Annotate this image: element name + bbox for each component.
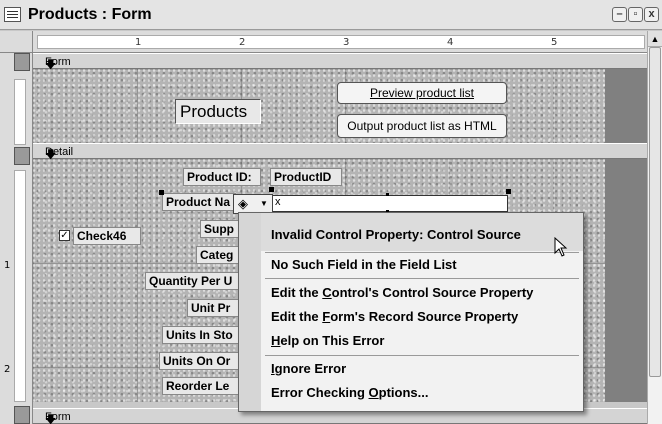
menu-item-invalid-property[interactable]: Invalid Control Property: Control Source (271, 227, 521, 242)
check46-label[interactable]: Check46 (73, 227, 141, 245)
detail-bar[interactable]: 🡇 Detail (33, 143, 647, 161)
menu-item-edit-control-source[interactable]: Edit the Control's Control Source Proper… (271, 285, 533, 300)
menu-item-error-options[interactable]: Error Checking Options... (271, 385, 429, 400)
error-smart-tag-button[interactable]: ◈ ▼ (233, 194, 273, 214)
close-button[interactable]: x (644, 7, 659, 22)
ruler-number: 1 (135, 37, 142, 48)
scroll-up-arrow-icon[interactable]: ▲ (648, 31, 662, 47)
mouse-pointer-icon (554, 237, 568, 257)
restore-button[interactable]: ▫ (628, 7, 643, 22)
preview-product-list-button[interactable]: Preview product list (337, 82, 507, 104)
horizontal-ruler[interactable]: 1 2 3 4 5 (33, 31, 647, 53)
supplier-label[interactable]: Supp (200, 220, 240, 238)
detail-margin (605, 159, 647, 402)
title-bar: Products : Form – ▫ x (0, 0, 662, 30)
footer-section-selector[interactable] (14, 406, 30, 424)
form-selector[interactable] (0, 31, 33, 53)
reorder-level-label[interactable]: Reorder Le (162, 377, 240, 395)
form-header-margin (605, 69, 647, 143)
ruler-number: 1 (4, 260, 11, 271)
check46-checkbox[interactable]: ✓ (59, 230, 70, 241)
units-on-order-label[interactable]: Units On Or (159, 352, 240, 370)
resize-handle[interactable] (506, 189, 511, 194)
form-icon (4, 7, 21, 22)
form-header-area[interactable] (33, 69, 605, 143)
product-id-label[interactable]: Product ID: (183, 168, 261, 186)
scroll-thumb[interactable] (649, 47, 661, 377)
section-label: Form Footer (45, 411, 77, 424)
menu-item-help-error[interactable]: Help on This Error (271, 333, 384, 348)
vertical-ruler[interactable]: 1 2 (0, 53, 33, 424)
window-title: Products : Form (28, 6, 152, 23)
product-id-field[interactable]: ProductID (270, 168, 342, 186)
menu-item-ignore-error[interactable]: Ignore Error (271, 361, 346, 376)
form-title-label[interactable]: Products (175, 99, 261, 124)
ruler-number: 3 (343, 37, 350, 48)
resize-handle[interactable] (386, 193, 389, 196)
error-context-menu: Invalid Control Property: Control Source… (238, 212, 584, 412)
form-header-bar[interactable]: 🡇 Form Header (33, 53, 647, 80)
warning-diamond-icon: ◈ (238, 196, 248, 211)
resize-handle[interactable] (269, 187, 274, 192)
header-section-selector[interactable] (14, 53, 30, 71)
output-html-button[interactable]: Output product list as HTML (337, 114, 507, 138)
section-label: Detail (45, 146, 74, 158)
quantity-per-unit-label[interactable]: Quantity Per U (145, 272, 240, 290)
menu-item-edit-record-source[interactable]: Edit the Form's Record Source Property (271, 309, 518, 324)
ruler-number: 2 (239, 37, 246, 48)
product-name-textbox[interactable]: x (272, 195, 508, 212)
ruler-number: 4 (447, 37, 454, 48)
ruler-number: 5 (551, 37, 558, 48)
unit-price-label[interactable]: Unit Pr (187, 299, 240, 317)
units-in-stock-label[interactable]: Units In Sto (162, 326, 240, 344)
chevron-down-icon: ▼ (260, 199, 268, 208)
category-label[interactable]: Categ (196, 246, 240, 264)
detail-section-selector[interactable] (14, 147, 30, 165)
menu-item-no-such-field[interactable]: No Such Field in the Field List (271, 257, 457, 272)
resize-handle[interactable] (159, 190, 164, 195)
ruler-number: 2 (4, 364, 11, 375)
minimize-button[interactable]: – (612, 7, 627, 22)
vertical-scrollbar[interactable]: ▲ (647, 31, 662, 424)
product-name-label[interactable]: Product Na (162, 193, 236, 211)
